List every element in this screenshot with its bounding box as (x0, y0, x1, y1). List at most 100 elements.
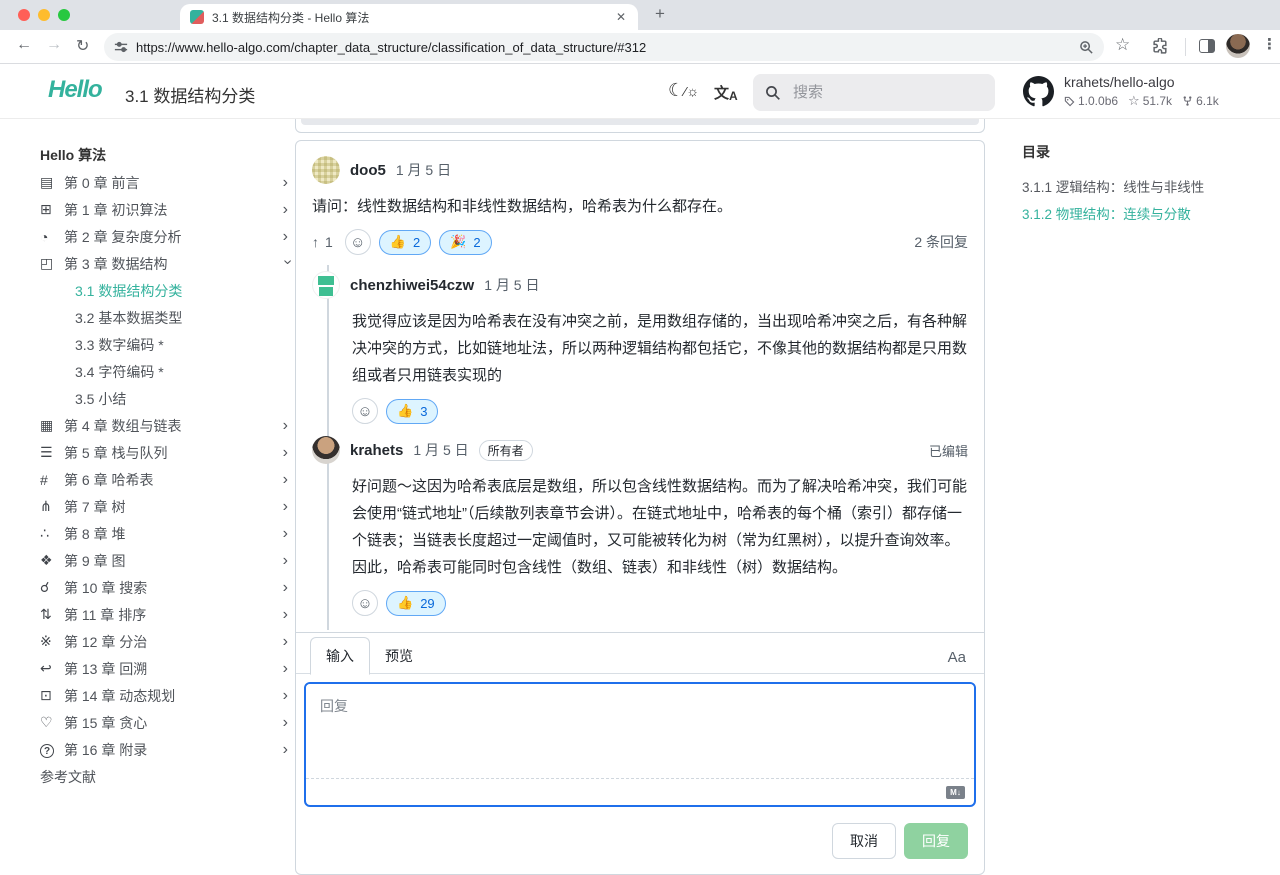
extensions-icon[interactable] (1152, 38, 1169, 55)
chevron-right-icon[interactable]: › (283, 606, 292, 624)
sidebar-item-chapter-3[interactable]: ◰ 第 3 章 数据结构 › (40, 250, 292, 277)
chevron-down-icon[interactable]: › (278, 259, 296, 268)
chevron-right-icon[interactable]: › (283, 741, 292, 759)
sidebar-item-3-1[interactable]: 3.1 数据结构分类 (40, 277, 292, 304)
maximize-window-button[interactable] (58, 9, 70, 21)
sidebar-item-3-4[interactable]: 3.4 字符编码 * (40, 358, 292, 385)
theme-toggle-icon[interactable]: ☾∕☼ (668, 80, 699, 101)
chevron-right-icon[interactable]: › (283, 660, 292, 678)
minimize-window-button[interactable] (38, 9, 50, 21)
upvote-count: 1 (325, 234, 333, 250)
editor-footer: M↓ (306, 778, 974, 805)
sidebar-item-chapter-13[interactable]: ↩ 第 13 章 回溯 › (40, 655, 292, 682)
toc-item-3-1-2[interactable]: 3.1.2 物理结构：连续与分散 (1022, 201, 1266, 228)
chevron-right-icon[interactable]: › (283, 633, 292, 651)
sidebar-item-chapter-12[interactable]: ※ 第 12 章 分治 › (40, 628, 292, 655)
chevron-right-icon[interactable]: › (283, 714, 292, 732)
refresh-icon[interactable]: ↻ (76, 36, 89, 56)
search-box[interactable] (753, 74, 995, 111)
sidebar-item-chapter-8[interactable]: ∴ 第 8 章 堆 › (40, 520, 292, 547)
avatar[interactable] (312, 436, 340, 464)
sidebar-site-title: Hello 算法 (40, 142, 292, 169)
sidebar-item-chapter-10[interactable]: ☌ 第 10 章 搜索 › (40, 574, 292, 601)
url-text[interactable]: https://www.hello-algo.com/chapter_data_… (136, 40, 1071, 55)
sidebar-item-references[interactable]: 参考文献 (40, 763, 292, 790)
repo-name[interactable]: krahets/hello-algo (1064, 74, 1219, 90)
browser-tab[interactable]: 3.1 数据结构分类 - Hello 算法 ✕ (180, 4, 638, 30)
new-tab-button[interactable]: + (655, 4, 665, 24)
comment-author[interactable]: chenzhiwei54czw (350, 277, 474, 294)
cancel-button[interactable]: 取消 (832, 823, 896, 859)
chevron-right-icon[interactable]: › (283, 471, 292, 489)
reply-submit-button[interactable]: 回复 (904, 823, 968, 859)
sidebar-nav: Hello 算法 ▤ 第 0 章 前言 › ⊞ 第 1 章 初识算法 › ◔ 第… (40, 142, 292, 790)
sidebar-item-chapter-6[interactable]: # 第 6 章 哈希表 › (40, 466, 292, 493)
close-window-button[interactable] (18, 9, 30, 21)
reaction-party[interactable]: 🎉 2 (439, 230, 491, 255)
url-bar[interactable]: https://www.hello-algo.com/chapter_data_… (104, 33, 1104, 61)
sidebar-item-chapter-15[interactable]: ♡ 第 15 章 贪心 › (40, 709, 292, 736)
avatar[interactable] (312, 156, 340, 184)
hello-algo-logo[interactable]: Hello (48, 76, 102, 104)
repo-version: 1.0.0b6 (1064, 94, 1118, 108)
reaction-count: 3 (420, 404, 427, 419)
chevron-right-icon[interactable]: › (283, 417, 292, 435)
comment-author[interactable]: krahets (350, 442, 403, 459)
sidebar-item-chapter-1[interactable]: ⊞ 第 1 章 初识算法 › (40, 196, 292, 223)
chevron-right-icon[interactable]: › (283, 201, 292, 219)
tab-close-icon[interactable]: ✕ (614, 10, 628, 24)
macos-traffic-lights[interactable] (18, 9, 70, 21)
sidebar-item-chapter-0[interactable]: ▤ 第 0 章 前言 › (40, 169, 292, 196)
up-arrow-icon[interactable]: ↑ (312, 234, 319, 250)
browser-menu-icon[interactable]: ⋮ (1262, 35, 1277, 53)
sidebar-item-chapter-4[interactable]: ▦ 第 4 章 数组与链表 › (40, 412, 292, 439)
smiley-icon: ☺ (357, 595, 372, 612)
site-settings-icon[interactable] (114, 40, 128, 54)
reaction-thumbs-up[interactable]: 👍 29 (386, 591, 446, 616)
tab-write[interactable]: 输入 (310, 637, 370, 675)
sidebar-item-chapter-11[interactable]: ⇅ 第 11 章 排序 › (40, 601, 292, 628)
add-reaction-button[interactable]: ☺ (345, 229, 371, 255)
chevron-right-icon[interactable]: › (283, 687, 292, 705)
comment-date[interactable]: 1 月 5 日 (484, 275, 539, 295)
reaction-thumbs-up[interactable]: 👍 3 (386, 399, 438, 424)
github-repo-link[interactable]: krahets/hello-algo 1.0.0b6 ☆ 51.7k (1023, 74, 1219, 109)
sidebar-item-3-5[interactable]: 3.5 小结 (40, 385, 292, 412)
tab-preview[interactable]: 预览 (370, 638, 428, 674)
sidebar-item-chapter-9[interactable]: ❖ 第 9 章 图 › (40, 547, 292, 574)
chevron-right-icon[interactable]: › (283, 498, 292, 516)
chevron-right-icon[interactable]: › (283, 579, 292, 597)
chevron-right-icon[interactable]: › (283, 552, 292, 570)
language-switch-icon[interactable]: 文A (714, 82, 738, 103)
avatar[interactable] (312, 271, 340, 299)
add-reaction-button[interactable]: ☺ (352, 590, 378, 616)
sidebar-item-3-3[interactable]: 3.3 数字编码 * (40, 331, 292, 358)
sidebar-item-chapter-2[interactable]: ◔ 第 2 章 复杂度分析 › (40, 223, 292, 250)
chevron-right-icon[interactable]: › (283, 228, 292, 246)
side-panel-icon[interactable] (1199, 39, 1215, 53)
comment-author[interactable]: doo5 (350, 162, 386, 179)
sidebar-item-chapter-5[interactable]: ☰ 第 5 章 栈与队列 › (40, 439, 292, 466)
sidebar-item-chapter-16[interactable]: ? 第 16 章 附录 › (40, 736, 292, 763)
tree-icon: ⋔ (40, 498, 64, 515)
toc-item-3-1-1[interactable]: 3.1.1 逻辑结构：线性与非线性 (1022, 174, 1266, 201)
sidebar-item-chapter-14[interactable]: ⊡ 第 14 章 动态规划 › (40, 682, 292, 709)
zoom-icon[interactable] (1079, 40, 1094, 55)
browser-profile-avatar[interactable] (1226, 34, 1250, 58)
back-icon[interactable]: ← (16, 36, 32, 54)
markdown-icon[interactable]: M↓ (946, 786, 965, 799)
upvote-button[interactable]: ↑ 1 (312, 234, 333, 250)
chevron-right-icon[interactable]: › (283, 525, 292, 543)
bookmark-star-icon[interactable]: ☆ (1115, 35, 1130, 55)
reaction-thumbs-up[interactable]: 👍 2 (379, 230, 431, 255)
comment-date[interactable]: 1 月 5 日 (413, 440, 468, 460)
sidebar-item-chapter-7[interactable]: ⋔ 第 7 章 树 › (40, 493, 292, 520)
sidebar-item-3-2[interactable]: 3.2 基本数据类型 (40, 304, 292, 331)
text-format-icon[interactable]: Aa (944, 649, 970, 674)
add-reaction-button[interactable]: ☺ (352, 398, 378, 424)
comment-date[interactable]: 1 月 5 日 (396, 160, 451, 180)
chevron-right-icon[interactable]: › (283, 174, 292, 192)
search-input[interactable] (791, 83, 951, 102)
chevron-right-icon[interactable]: › (283, 444, 292, 462)
reply-textarea[interactable] (306, 684, 974, 778)
